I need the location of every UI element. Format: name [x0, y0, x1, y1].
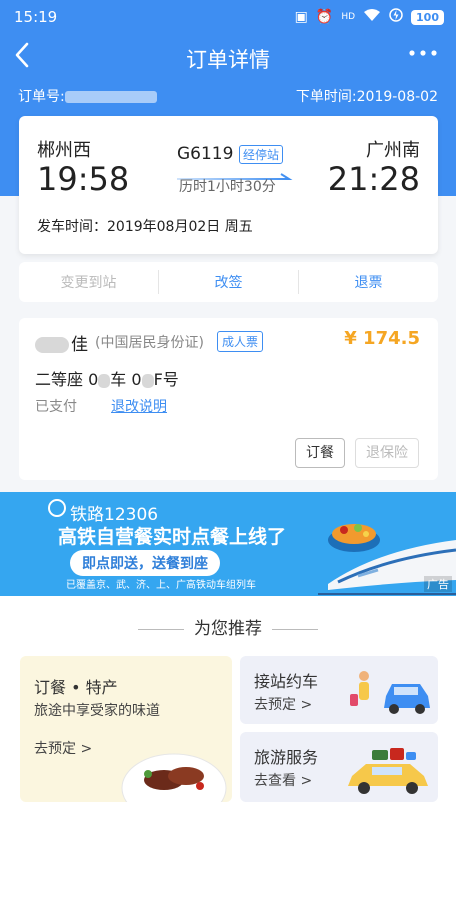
food-subtitle: 旅途中享受家的味道	[34, 703, 160, 719]
id-type: (中国居民身份证)	[95, 335, 204, 351]
page-title: 订单详情	[186, 48, 270, 72]
refund-insurance-button[interactable]: 退保险	[355, 438, 419, 468]
stop-stations-badge[interactable]: 经停站	[239, 145, 284, 164]
seat-prefix: 0	[131, 370, 142, 389]
order-number-masked	[64, 91, 157, 103]
refund-policy-link[interactable]: 退改说明	[111, 396, 167, 416]
tour-car-icon	[348, 748, 428, 794]
to-time: 21:28	[327, 160, 420, 198]
nav-bar: 订单详情	[0, 38, 456, 78]
order-meal-button[interactable]: 订餐	[295, 438, 345, 468]
meal-ad-banner[interactable]: 铁路12306 高铁自营餐实时点餐上线了 即点即送，送餐到座 已覆盖京、武、济、…	[0, 492, 456, 596]
seat-masked	[141, 373, 154, 388]
recommend-title-text: 为您推荐	[194, 619, 262, 639]
divider	[138, 628, 184, 630]
order-time-label: 下单时间:	[295, 89, 357, 105]
order-time: 下单时间:2019-08-02	[296, 86, 438, 106]
status-time: 15:19	[14, 8, 58, 26]
car-label: 车	[110, 370, 127, 389]
trip-duration: 历时1小时30分	[179, 179, 276, 195]
divider	[272, 628, 318, 630]
banner-cities: 已覆盖京、武、济、上、广高铁动车组列车	[66, 580, 256, 591]
status-icons: ▣ ⏰ HD 100	[295, 8, 444, 26]
wifi-icon	[363, 8, 381, 26]
ticket-type-badge: 成人票	[217, 331, 264, 352]
steak-plate-image	[121, 753, 227, 802]
food-title: 订餐 • 特产	[34, 678, 118, 697]
name-tail: 佳	[71, 335, 88, 355]
more-dots-icon[interactable]	[408, 40, 438, 72]
hd-label: HD	[341, 12, 356, 22]
from-time: 19:58	[37, 160, 130, 198]
passenger-name: 佳	[35, 330, 88, 355]
from-station: 郴州西	[37, 140, 91, 161]
alarm-icon: ⏰	[315, 9, 334, 25]
order-number: 订单号:	[18, 86, 157, 106]
trip-card: 郴州西 广州南 19:58 21:28 G6119 经停站 历时1小时30分 发…	[19, 116, 438, 254]
recommend-food-card[interactable]: 订餐 • 特产 旅途中享受家的味道 去预定 >	[20, 656, 232, 802]
car-prefix: 0	[88, 370, 99, 389]
reschedule-button[interactable]: 改签	[159, 272, 298, 292]
car-masked	[98, 373, 111, 388]
passenger-card: 佳 (中国居民身份证) 成人票 ¥ 174.5 二等座 0车 0 F号 已支付 退…	[19, 318, 438, 480]
car-cta: 去预定 >	[254, 697, 313, 713]
train-number: G6119	[177, 144, 234, 164]
battery-icon: 100	[411, 9, 444, 25]
charging-icon	[389, 8, 403, 26]
seat-info: 二等座 0车 0 F号	[35, 366, 179, 390]
to-station: 广州南	[366, 140, 420, 161]
status-bar: 15:19 ▣ ⏰ HD 100	[0, 0, 456, 34]
seat-label: F号	[153, 370, 179, 389]
bottom-space	[0, 810, 456, 918]
depart-value: 2019年08月02日 周五	[107, 219, 253, 235]
direction-arrow-icon	[177, 166, 293, 180]
name-masked	[35, 337, 69, 353]
car-title: 接站约车	[254, 672, 319, 691]
tour-cta: 去查看 >	[254, 773, 313, 789]
seat-class: 二等座	[35, 370, 84, 389]
pickup-car-icon	[350, 671, 430, 714]
ad-label: 广告	[424, 576, 452, 592]
screen-record-icon: ▣	[294, 9, 308, 25]
ticket-price: ¥ 174.5	[344, 328, 420, 349]
food-cta: 去预定 >	[34, 741, 93, 757]
payment-status: 已支付	[35, 399, 77, 415]
recommend-title: 为您推荐	[0, 614, 456, 639]
change-destination-button[interactable]: 变更到站	[19, 272, 158, 292]
depart-label: 发车时间：	[37, 219, 107, 235]
railway-logo-icon	[48, 499, 66, 517]
recommend-tour-card[interactable]: 旅游服务 去查看 >	[240, 732, 438, 802]
depart-date: 发车时间：2019年08月02日 周五	[37, 216, 253, 236]
tour-title: 旅游服务	[254, 748, 319, 767]
order-info-line: 订单号: 下单时间:2019-08-02	[0, 86, 456, 106]
order-time-value: 2019-08-02	[356, 89, 438, 105]
ticket-actions: 变更到站 改签 退票	[19, 262, 438, 302]
banner-headline: 高铁自营餐实时点餐上线了	[58, 526, 287, 548]
recommend-car-card[interactable]: 接站约车 去预定 >	[240, 656, 438, 724]
order-number-label: 订单号:	[18, 89, 65, 105]
refund-button[interactable]: 退票	[299, 272, 438, 292]
banner-pill: 即点即送，送餐到座	[70, 550, 220, 576]
